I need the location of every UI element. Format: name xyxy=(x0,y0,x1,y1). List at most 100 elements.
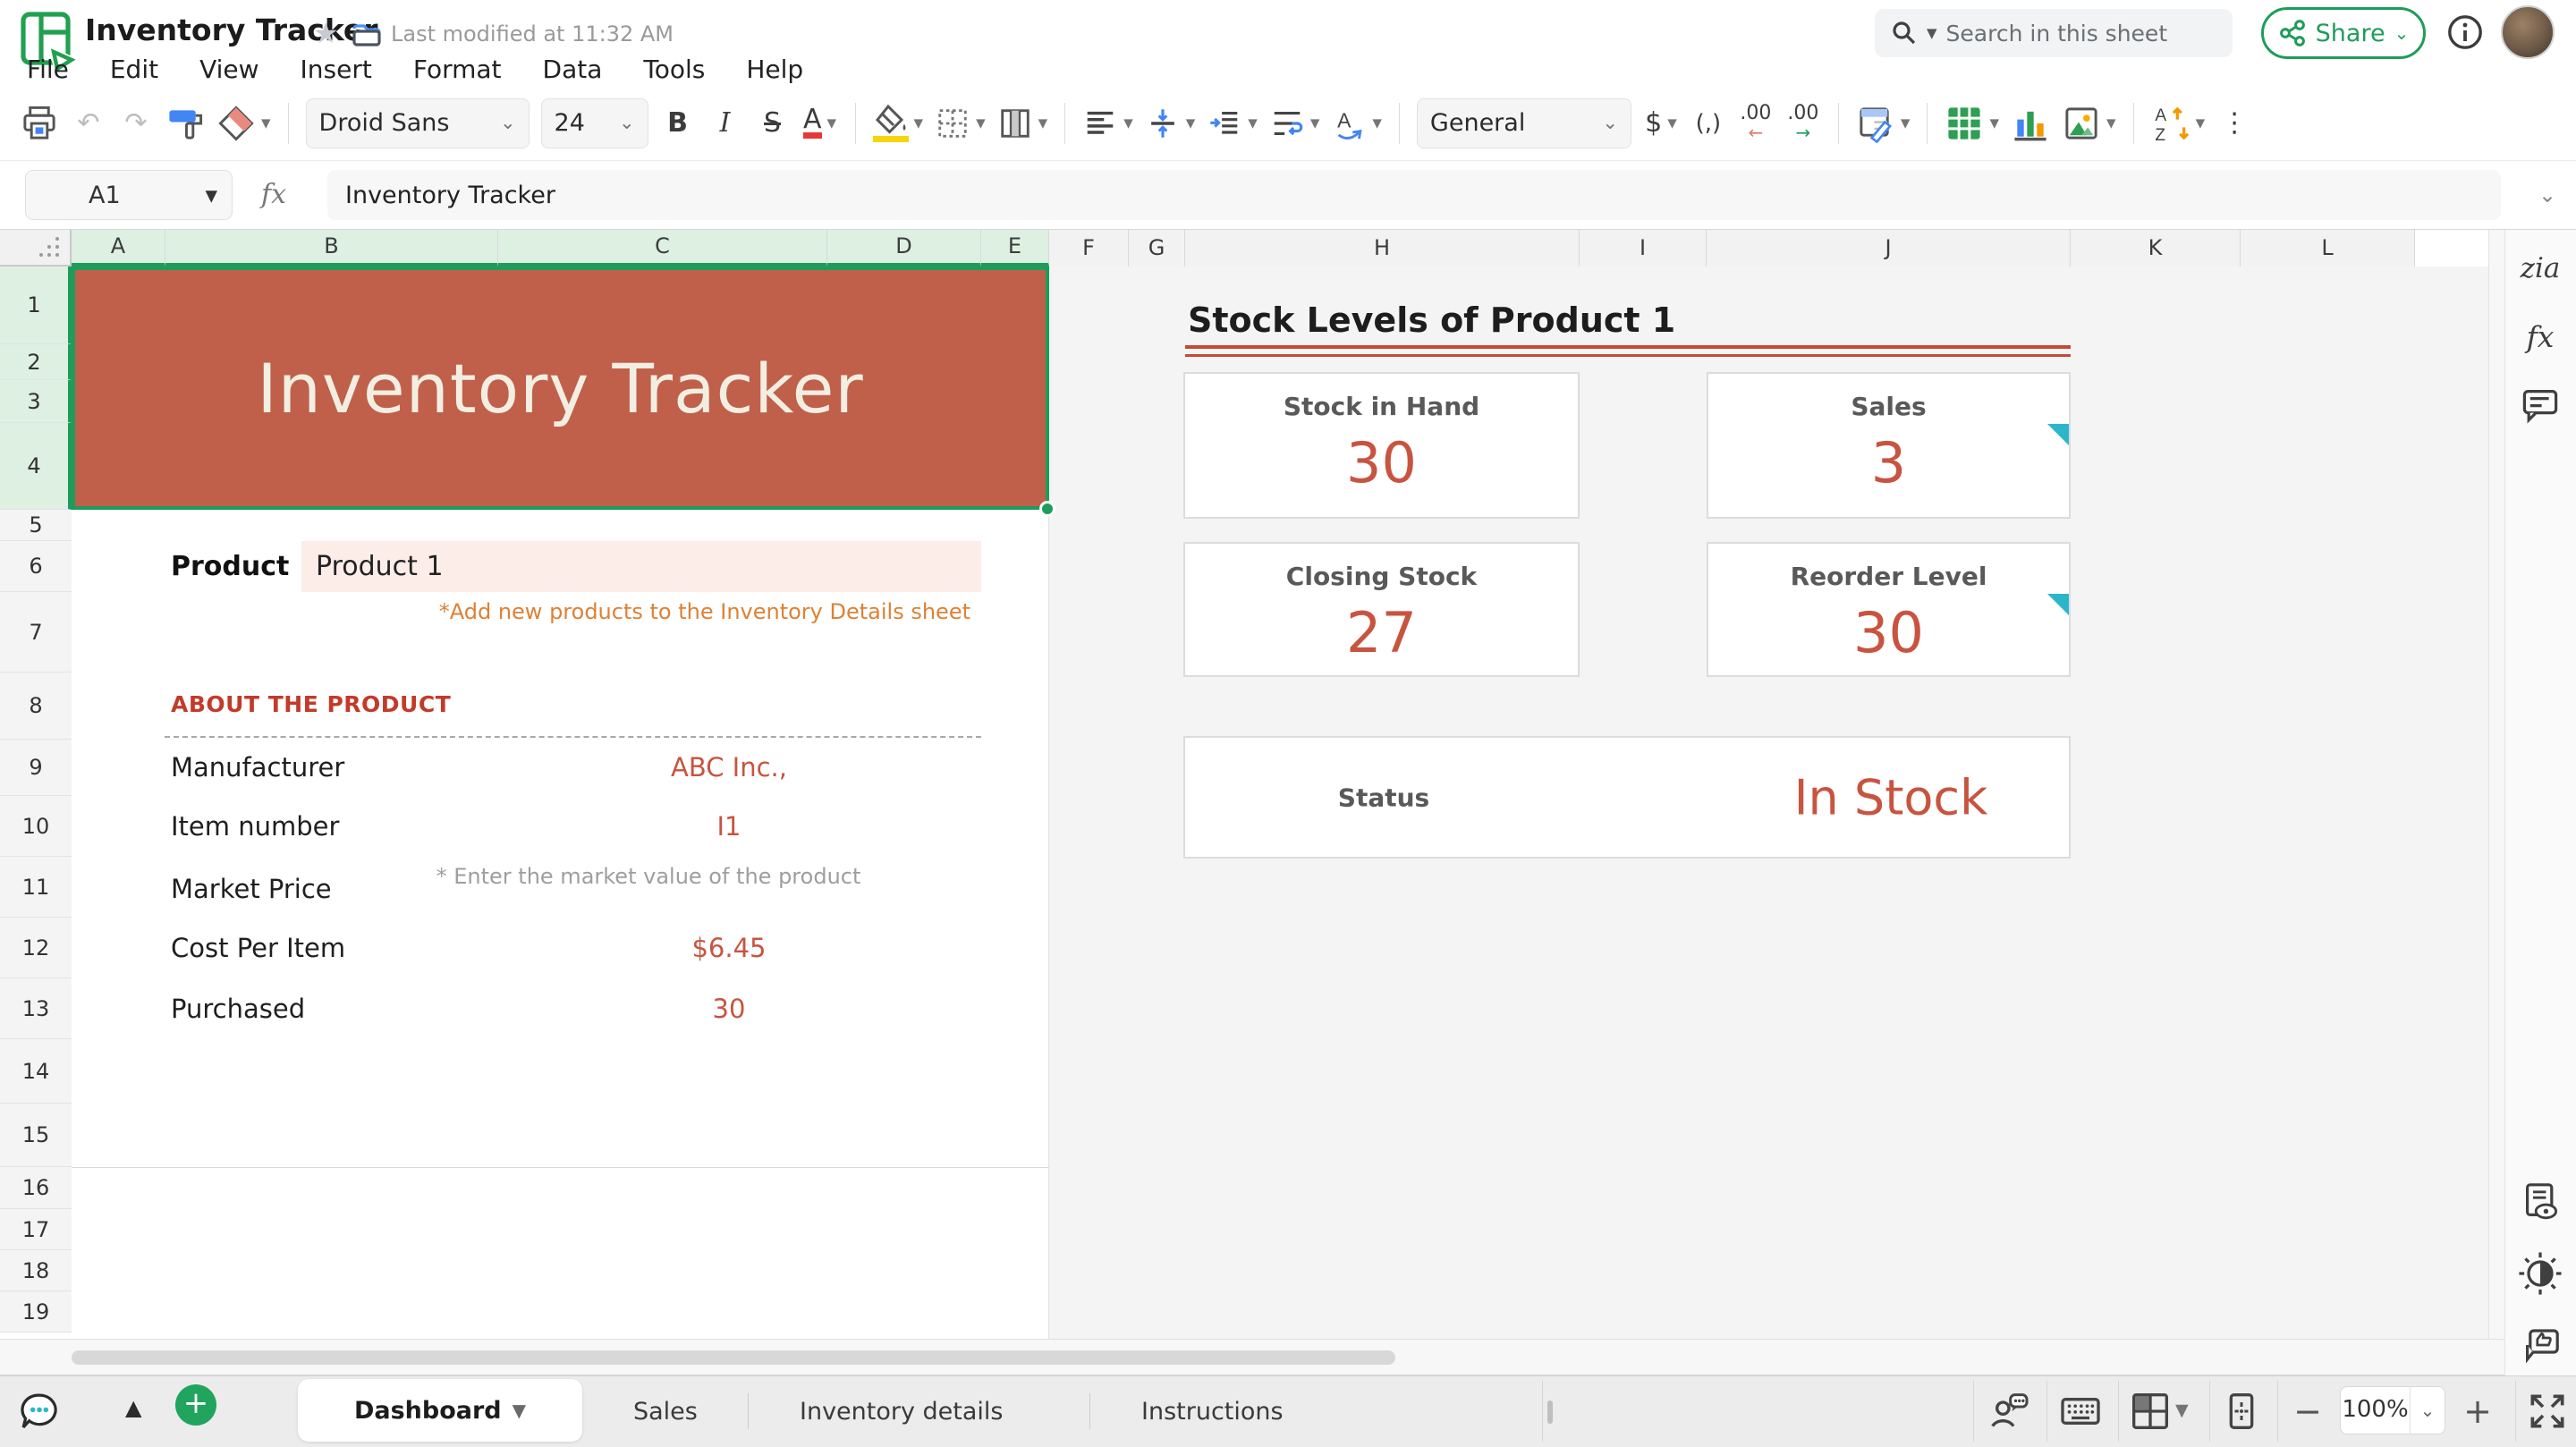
zia-assistant-icon[interactable]: zia xyxy=(2515,243,2565,293)
card-closing-stock[interactable]: Closing Stock 27 xyxy=(1183,542,1580,677)
menu-file[interactable]: File xyxy=(27,55,69,84)
conditional-format-button[interactable]: ▾ xyxy=(1856,98,1911,148)
insert-chart-button[interactable] xyxy=(2011,98,2050,148)
font-family-select[interactable]: Droid Sans⌄ xyxy=(306,98,530,148)
increase-decimal-button[interactable]: .00→ xyxy=(1785,98,1821,148)
column-header-E[interactable]: E xyxy=(981,230,1049,267)
insert-image-button[interactable]: ▾ xyxy=(2062,98,2116,148)
comments-panel-icon[interactable] xyxy=(2515,379,2565,429)
column-header-J[interactable]: J xyxy=(1707,230,2071,267)
comma-format-button[interactable]: (,) xyxy=(1690,98,1726,148)
bold-button[interactable]: B xyxy=(660,98,696,148)
card-stock-in-hand[interactable]: Stock in Hand 30 xyxy=(1183,372,1580,519)
zoom-out-button[interactable]: − xyxy=(2288,1392,2327,1431)
column-header-G[interactable]: G xyxy=(1129,230,1185,267)
column-header-F[interactable]: F xyxy=(1049,230,1129,267)
tab-sales[interactable]: Sales xyxy=(596,1375,735,1447)
menu-insert[interactable]: Insert xyxy=(301,55,372,84)
zoom-in-button[interactable]: + xyxy=(2458,1392,2497,1431)
row-header-15[interactable]: 15 xyxy=(0,1104,72,1167)
row-header-16[interactable]: 16 xyxy=(0,1167,72,1209)
tab-inventory-details[interactable]: Inventory details xyxy=(762,1375,1041,1447)
menu-tools[interactable]: Tools xyxy=(643,55,705,84)
clear-format-icon[interactable]: ▾ xyxy=(216,98,271,148)
select-all-corner[interactable] xyxy=(0,230,72,267)
formula-bar-expand-caret-icon[interactable]: ⌄ xyxy=(2538,182,2556,207)
card-value[interactable]: 3 xyxy=(1708,430,2069,495)
horizontal-scrollbar-thumb[interactable] xyxy=(72,1350,1395,1365)
number-format-select[interactable]: General⌄ xyxy=(1417,98,1631,148)
column-header-A[interactable]: A xyxy=(72,230,165,267)
row-header-17[interactable]: 17 xyxy=(0,1209,72,1250)
detail-value-purchased[interactable]: 30 xyxy=(713,994,746,1024)
row-header-5[interactable]: 5 xyxy=(0,510,72,541)
row-header-18[interactable]: 18 xyxy=(0,1250,72,1291)
info-icon[interactable] xyxy=(2445,13,2485,52)
vertical-scrollbar[interactable] xyxy=(2488,230,2504,1375)
add-sheet-button[interactable]: + xyxy=(175,1384,216,1426)
card-sales[interactable]: Sales 3 xyxy=(1707,372,2071,519)
search-options-caret-icon[interactable]: ▼ xyxy=(1927,25,1937,41)
product-value-cell[interactable]: Product 1 xyxy=(301,541,981,592)
detail-value-manufacturer[interactable]: ABC Inc., xyxy=(671,752,787,783)
name-box[interactable]: A1▾ xyxy=(25,170,233,220)
row-header-10[interactable]: 10 xyxy=(0,796,72,857)
row-header-13[interactable]: 13 xyxy=(0,978,72,1039)
selection-fill-handle[interactable] xyxy=(1039,501,1055,517)
row-header-2[interactable]: 2 xyxy=(0,344,72,380)
card-reorder-level[interactable]: Reorder Level 30 xyxy=(1707,542,2071,677)
tab-caret-icon[interactable]: ▼ xyxy=(513,1400,526,1421)
row-header-7[interactable]: 7 xyxy=(0,592,72,673)
menu-format[interactable]: Format xyxy=(413,55,502,84)
currency-format-button[interactable]: $▾ xyxy=(1643,98,1679,148)
row-header-6[interactable]: 6 xyxy=(0,541,72,592)
freeze-panes-icon[interactable] xyxy=(2125,1386,2175,1436)
collaborators-icon[interactable] xyxy=(1984,1386,2034,1436)
search-box[interactable]: ▼ xyxy=(1875,9,2233,57)
menu-view[interactable]: View xyxy=(199,55,258,84)
functions-panel-icon[interactable]: fx xyxy=(2515,311,2565,361)
insert-table-button[interactable]: ▾ xyxy=(1945,98,1999,148)
more-options-icon[interactable]: ⋮ xyxy=(2216,98,2252,148)
column-header-L[interactable]: L xyxy=(2241,230,2415,267)
indent-button[interactable]: ▾ xyxy=(1207,98,1258,148)
row-header-4[interactable]: 4 xyxy=(0,423,72,510)
fill-color-button[interactable]: ▾ xyxy=(873,98,924,148)
status-value[interactable]: In Stock xyxy=(1794,769,1988,825)
tab-instructions[interactable]: Instructions xyxy=(1104,1375,1321,1447)
decrease-decimal-button[interactable]: .00← xyxy=(1738,98,1774,148)
favorite-star-icon[interactable]: ★ xyxy=(313,16,339,50)
row-header-3[interactable]: 3 xyxy=(0,380,72,423)
feedback-icon[interactable] xyxy=(2515,1320,2565,1370)
strikethrough-button[interactable]: S xyxy=(755,98,791,148)
column-header-B[interactable]: B xyxy=(165,230,498,267)
chat-icon[interactable] xyxy=(14,1386,64,1436)
column-header-H[interactable]: H xyxy=(1185,230,1580,267)
search-input[interactable] xyxy=(1946,21,2206,47)
menu-edit[interactable]: Edit xyxy=(110,55,158,84)
row-header-19[interactable]: 19 xyxy=(0,1291,72,1333)
merge-cells-button[interactable]: ▾ xyxy=(997,98,1048,148)
borders-button[interactable]: ▾ xyxy=(935,98,986,148)
column-header-D[interactable]: D xyxy=(827,230,981,267)
sort-button[interactable]: AZ▾ xyxy=(2151,98,2206,148)
row-header-1[interactable]: 1 xyxy=(0,267,72,344)
vertical-align-button[interactable]: ▾ xyxy=(1145,98,1196,148)
row-header-9[interactable]: 9 xyxy=(0,740,72,796)
preview-document-icon[interactable] xyxy=(2515,1177,2565,1227)
row-header-11[interactable]: 11 xyxy=(0,857,72,918)
text-wrap-button[interactable]: ▾ xyxy=(1269,98,1320,148)
statusbar-resize-handle[interactable] xyxy=(1547,1400,1553,1424)
status-card[interactable]: Status In Stock xyxy=(1183,736,2071,859)
card-value[interactable]: 27 xyxy=(1185,600,1578,665)
undo-icon[interactable]: ↶ xyxy=(71,98,106,148)
zoom-caret-icon[interactable]: ⌄ xyxy=(2411,1400,2445,1421)
row-header-12[interactable]: 12 xyxy=(0,918,72,978)
text-color-button[interactable]: A▾ xyxy=(802,98,838,148)
detail-value-cost-per-item[interactable]: $6.45 xyxy=(691,933,766,963)
fullscreen-icon[interactable] xyxy=(2522,1386,2572,1436)
font-size-select[interactable]: 24⌄ xyxy=(541,98,648,148)
redo-icon[interactable]: ↷ xyxy=(118,98,154,148)
sheet-list-toggle-icon[interactable]: ▲ xyxy=(125,1395,141,1420)
freeze-caret-icon[interactable]: ▼ xyxy=(2175,1400,2189,1420)
